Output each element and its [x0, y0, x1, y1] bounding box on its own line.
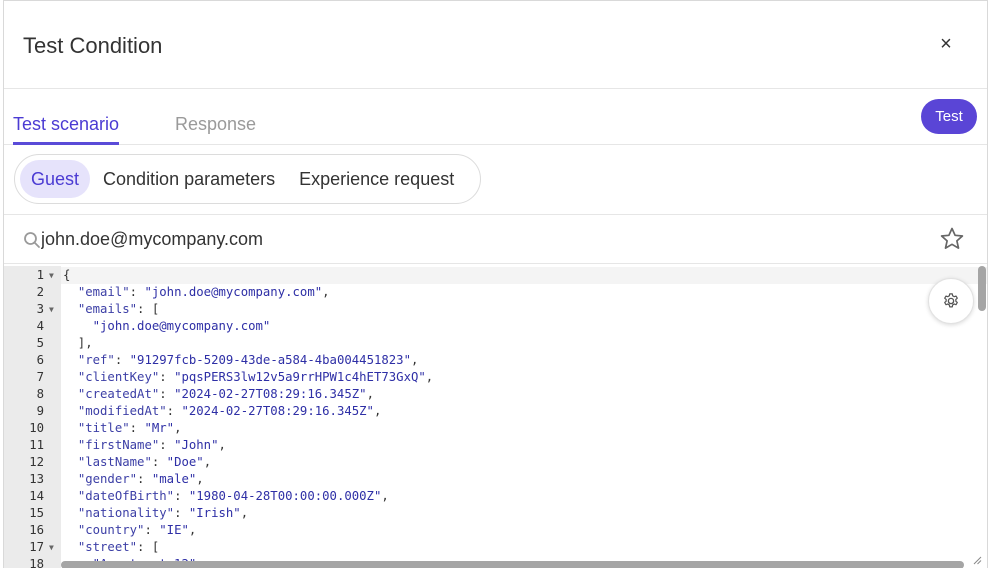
line-number: 8 [36, 387, 44, 401]
active-line-highlight [61, 267, 987, 284]
code-line: 17 ▼ "street": [ [4, 539, 987, 556]
code-text: { [63, 268, 71, 282]
test-button[interactable]: Test [921, 99, 977, 134]
horizontal-scrollbar[interactable] [61, 561, 964, 568]
dialog-header: Test Condition × [4, 1, 987, 89]
code-text: "emails": [ [77, 302, 160, 316]
code-line: 16 "country": "IE", [4, 522, 987, 539]
close-icon[interactable]: × [935, 33, 957, 55]
code-line: 14 "dateOfBirth": "1980-04-28T00:00:00.0… [4, 488, 987, 505]
resize-handle-icon[interactable] [972, 555, 982, 565]
line-number: 17 [29, 540, 44, 554]
line-number: 10 [29, 421, 44, 435]
line-number: 14 [29, 489, 44, 503]
gear-icon[interactable] [928, 278, 974, 324]
segmented-control: Guest Condition parameters Experience re… [14, 154, 481, 204]
code-line: 8 "createdAt": "2024-02-27T08:29:16.345Z… [4, 386, 987, 403]
line-number: 16 [29, 523, 44, 537]
code-line: 3 ▼ "emails": [ [4, 301, 987, 318]
fold-arrow-icon[interactable]: ▼ [49, 539, 54, 556]
code-line: 13 "gender": "male", [4, 471, 987, 488]
search-icon [24, 232, 40, 248]
line-number: 5 [36, 336, 44, 350]
code-line: 6 "ref": "91297fcb-5209-43de-a584-4ba004… [4, 352, 987, 369]
json-code-editor[interactable]: 1 ▼{2 "email": "john.doe@mycompany.com", 3… [4, 266, 987, 568]
code-text: "title": "Mr", [77, 421, 182, 435]
code-line: 2 "email": "john.doe@mycompany.com", [4, 284, 987, 301]
guest-search-bar [4, 215, 987, 264]
code-text: "john.doe@mycompany.com" [92, 319, 271, 333]
line-number: 7 [36, 370, 44, 384]
tab-bar: Test scenario Response Test [4, 89, 987, 145]
code-line: 11 "firstName": "John", [4, 437, 987, 454]
line-number: 1 [36, 268, 44, 282]
code-text: "firstName": "John", [77, 438, 226, 452]
code-text: "country": "IE", [77, 523, 197, 537]
code-text: "gender": "male", [77, 472, 204, 486]
star-icon[interactable] [939, 226, 965, 252]
code-text: "ref": "91297fcb-5209-43de-a584-4ba00445… [77, 353, 419, 367]
code-text: ], [63, 336, 93, 350]
tab-response[interactable]: Response [175, 114, 256, 142]
code-line: 12 "lastName": "Doe", [4, 454, 987, 471]
code-text: "street": [ [77, 540, 160, 554]
code-text: "createdAt": "2024-02-27T08:29:16.345Z", [77, 387, 374, 401]
code-line: 5 ], [4, 335, 987, 352]
code-text: "nationality": "Irish", [77, 506, 249, 520]
code-line: 7 "clientKey": "pqsPERS3lw12v5a9rrHPW1c4… [4, 369, 987, 386]
code-text: "lastName": "Doe", [77, 455, 212, 469]
code-line: 15 "nationality": "Irish", [4, 505, 987, 522]
segment-condition-parameters[interactable]: Condition parameters [92, 160, 286, 198]
line-number: 18 [29, 557, 44, 568]
dialog-title: Test Condition [23, 33, 163, 58]
line-number: 12 [29, 455, 44, 469]
code-line: 9 "modifiedAt": "2024-02-27T08:29:16.345… [4, 403, 987, 420]
segment-experience-request[interactable]: Experience request [288, 160, 465, 198]
vertical-scrollbar[interactable] [978, 266, 986, 311]
line-number: 15 [29, 506, 44, 520]
code-line: 4 "john.doe@mycompany.com" [4, 318, 987, 335]
tab-test-scenario[interactable]: Test scenario [13, 114, 120, 145]
code-text: "dateOfBirth": "1980-04-28T00:00:00.000Z… [77, 489, 389, 503]
guest-search-input[interactable] [41, 226, 921, 252]
test-condition-dialog: Test Condition × Test scenario Response … [3, 0, 988, 568]
code-text: "clientKey": "pqsPERS3lw12v5a9rrHPW1c4hE… [77, 370, 434, 384]
line-number: 4 [36, 319, 44, 333]
fold-arrow-icon[interactable]: ▼ [49, 301, 54, 318]
settings-gear-glyph [944, 293, 958, 308]
line-number: 6 [36, 353, 44, 367]
code-text: "email": "john.doe@mycompany.com", [77, 285, 330, 299]
code-text: "modifiedAt": "2024-02-27T08:29:16.345Z"… [77, 404, 382, 418]
code-line: 1 ▼ { [4, 267, 987, 284]
segment-bar: Guest Condition parameters Experience re… [4, 145, 987, 215]
segment-guest[interactable]: Guest [20, 160, 91, 198]
code-line: 10 "title": "Mr", [4, 420, 987, 437]
line-number: 3 [36, 302, 44, 316]
line-number: 9 [36, 404, 44, 418]
line-number: 2 [36, 285, 44, 299]
line-number: 11 [29, 438, 44, 452]
fold-arrow-icon[interactable]: ▼ [49, 267, 54, 284]
line-number: 13 [29, 472, 44, 486]
